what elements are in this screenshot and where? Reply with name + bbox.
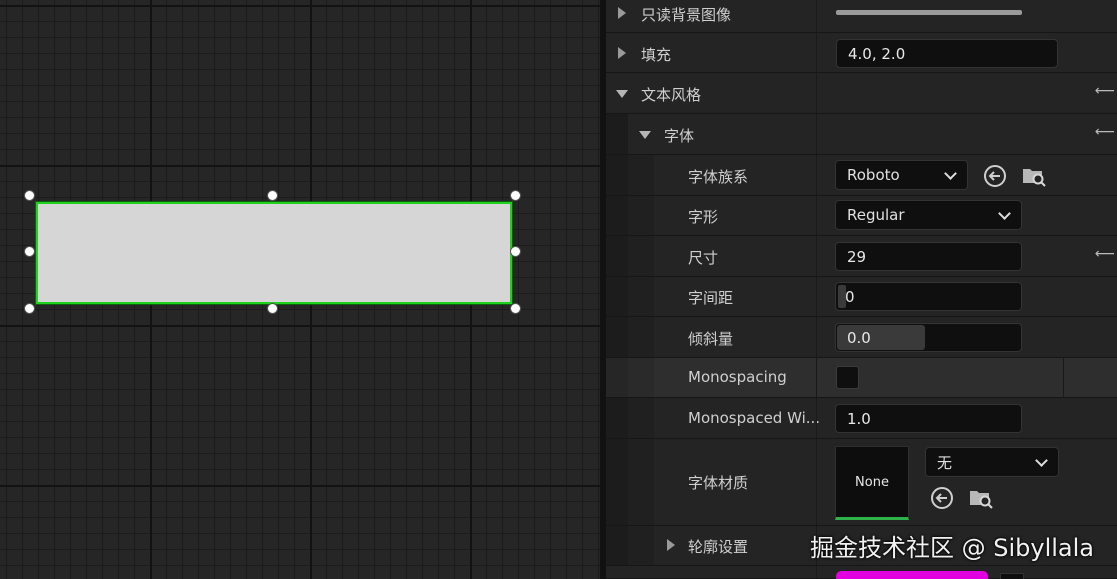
monospaced-width-field[interactable]: 1.0	[835, 404, 1022, 433]
resize-handle-tl[interactable]	[24, 190, 35, 201]
monospacing-checkbox[interactable]	[836, 366, 859, 389]
skew-field[interactable]: 0.0	[835, 323, 1022, 352]
expand-arrow-icon[interactable]	[667, 539, 675, 551]
details-panel: 只读背景图像 填充 4.0, 2.0 文本风格 ⟵ 字体 ⟵ 字体族系 Robo…	[606, 0, 1117, 579]
reset-arrow-icon[interactable]: ⟵	[1095, 83, 1115, 99]
row-padding: 填充 4.0, 2.0	[606, 33, 1117, 73]
skew-label: 倾斜量	[688, 330, 734, 348]
reset-arrow-icon[interactable]: ⟵	[1095, 124, 1115, 140]
collapse-arrow-icon[interactable]	[639, 131, 651, 139]
size-field[interactable]: 29	[835, 242, 1022, 271]
monospaced-width-label: Monospaced Wi...	[688, 409, 821, 427]
resize-handle-br[interactable]	[510, 303, 521, 314]
readonly-bg-label: 只读背景图像	[641, 6, 732, 24]
padding-field[interactable]: 4.0, 2.0	[836, 39, 1058, 68]
row-monospacing: Monospacing	[606, 358, 1117, 398]
reset-arrow-icon[interactable]: ⟵	[1095, 246, 1115, 262]
material-thumbnail-text: None	[855, 474, 889, 490]
letter-spacing-field[interactable]: 0	[835, 282, 1022, 311]
browse-folder-icon[interactable]	[967, 484, 995, 512]
chevron-down-icon	[1035, 454, 1048, 467]
reset-arrow-icon[interactable]	[982, 163, 1008, 189]
font-label: 字体	[664, 127, 695, 145]
font-material-label: 字体材质	[688, 474, 749, 492]
expand-arrow-icon[interactable]	[618, 47, 626, 59]
letter-spacing-label: 字间距	[688, 289, 734, 307]
row-font: 字体 ⟵	[606, 114, 1117, 155]
resize-handle-tr[interactable]	[510, 190, 521, 201]
row-typeface: 字形 Regular	[606, 196, 1117, 236]
font-family-value: Roboto	[847, 166, 900, 184]
row-font-material: 字体材质 None 无	[606, 439, 1117, 526]
watermark: 掘金技术社区 @ Sibyllala	[810, 534, 1095, 562]
resize-handle-tc[interactable]	[267, 190, 278, 201]
row-letter-spacing: 字间距 0	[606, 277, 1117, 317]
chevron-down-icon	[998, 207, 1011, 220]
row-partial-next	[606, 566, 1117, 579]
resize-handle-ml[interactable]	[24, 246, 35, 257]
skew-value: 0.0	[847, 328, 871, 347]
typeface-label: 字形	[688, 208, 719, 226]
selected-text-widget[interactable]	[36, 202, 512, 304]
letter-spacing-value: 0	[845, 287, 855, 306]
readonly-bg-bar	[836, 10, 1022, 15]
size-value: 29	[847, 247, 867, 266]
chevron-down-icon	[944, 167, 957, 180]
expand-arrow-icon[interactable]	[618, 7, 626, 19]
padding-label: 填充	[641, 46, 672, 64]
size-label: 尺寸	[688, 249, 719, 267]
swatch-checkbox[interactable]	[1000, 573, 1024, 579]
resize-handle-mr[interactable]	[510, 246, 521, 257]
row-skew: 倾斜量 0.0	[606, 317, 1117, 358]
font-material-dropdown[interactable]: 无	[925, 447, 1059, 477]
designer-canvas[interactable]	[0, 0, 600, 579]
browse-folder-icon[interactable]	[1020, 162, 1048, 190]
collapse-arrow-icon[interactable]	[616, 90, 628, 98]
font-material-value: 无	[937, 453, 953, 472]
text-style-label: 文本风格	[641, 86, 702, 104]
row-font-family: 字体族系 Roboto	[606, 155, 1117, 196]
resize-handle-bc[interactable]	[267, 303, 278, 314]
font-family-label: 字体族系	[688, 168, 749, 186]
typeface-value: Regular	[847, 206, 905, 224]
reset-arrow-icon[interactable]	[929, 485, 955, 511]
monospaced-width-value: 1.0	[847, 409, 871, 428]
monospacing-label: Monospacing	[688, 368, 787, 386]
typeface-dropdown[interactable]: Regular	[835, 200, 1022, 230]
row-monospaced-width: Monospaced Wi... 1.0	[606, 398, 1117, 439]
row-text-style: 文本风格 ⟵	[606, 73, 1117, 114]
material-thumbnail[interactable]: None	[835, 446, 909, 520]
outline-settings-label: 轮廓设置	[688, 538, 749, 556]
row-readonly-background: 只读背景图像	[606, 0, 1117, 33]
row-size: 尺寸 29 ⟵	[606, 236, 1117, 277]
resize-handle-bl[interactable]	[24, 303, 35, 314]
color-swatch[interactable]	[836, 571, 988, 579]
padding-value: 4.0, 2.0	[848, 44, 906, 63]
font-family-dropdown[interactable]: Roboto	[835, 160, 968, 190]
